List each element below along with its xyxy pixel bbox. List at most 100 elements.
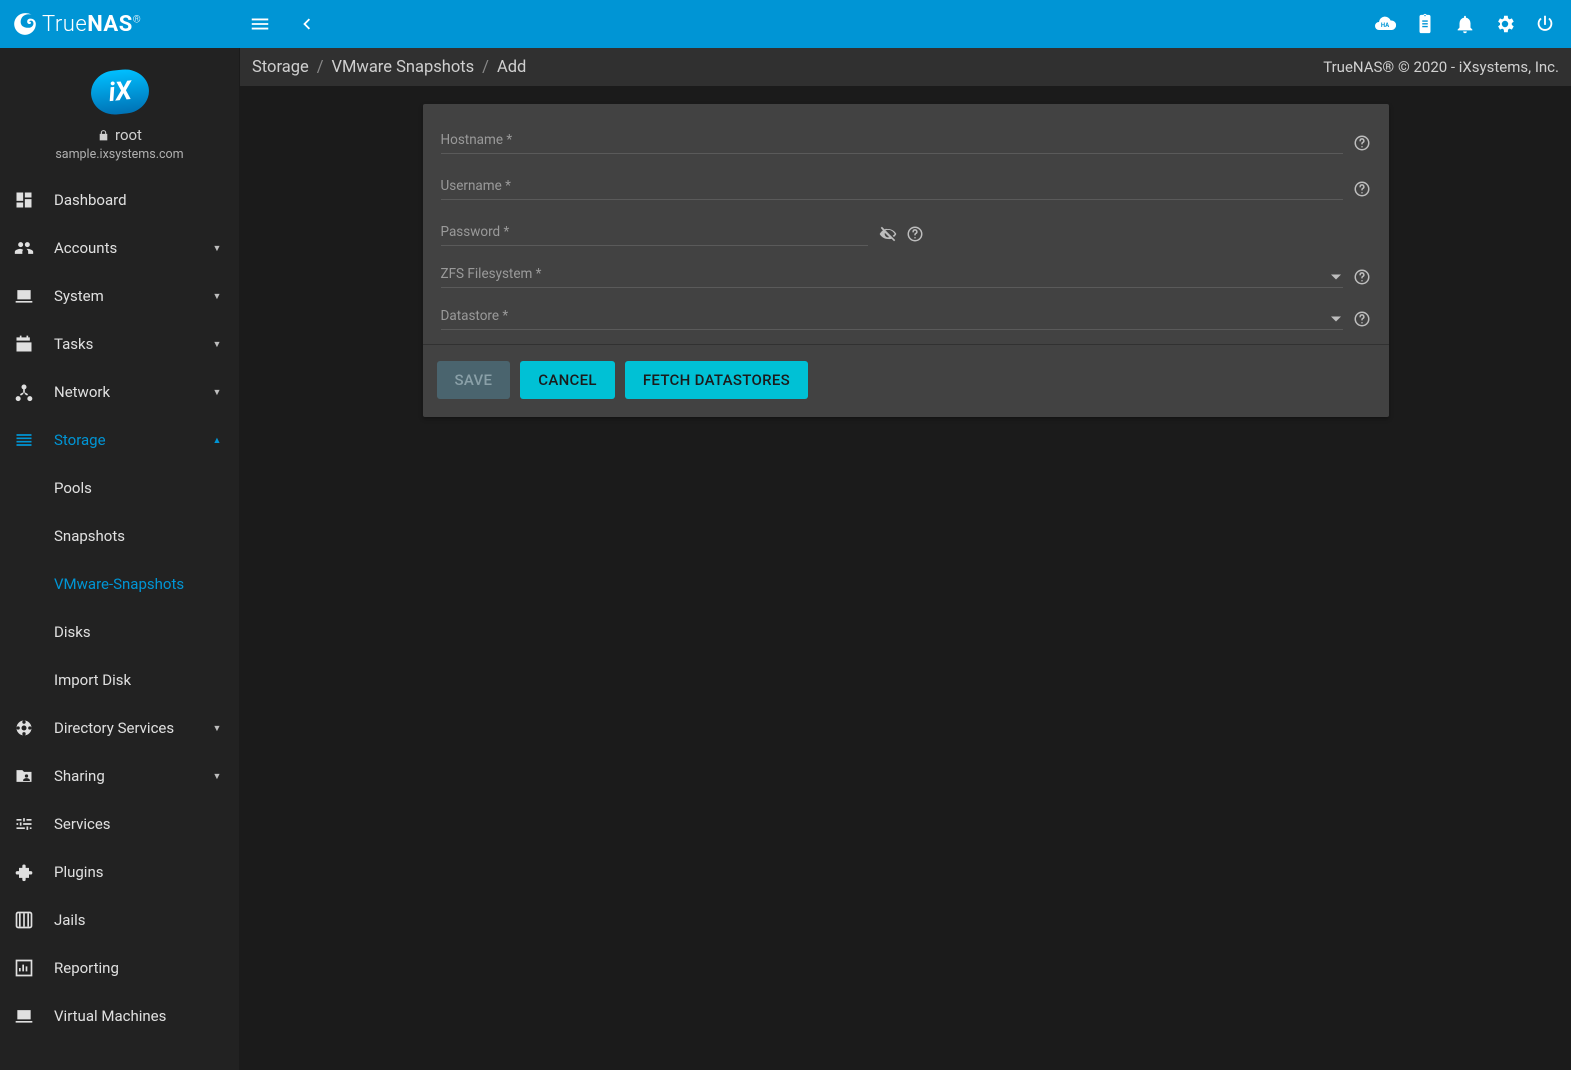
- password-row: Password *: [441, 218, 1371, 246]
- chevron-down-icon: ▼: [209, 291, 225, 302]
- breadcrumb: Storage / VMware Snapshots / Add TrueNAS…: [240, 48, 1571, 86]
- nav-label: Dashboard: [54, 191, 225, 209]
- nav-label: Sharing: [54, 767, 189, 785]
- laptop-icon: [14, 286, 34, 306]
- truenas-swirl-icon: [12, 11, 38, 37]
- nav-network[interactable]: Network ▼: [0, 368, 239, 416]
- help-icon[interactable]: [1353, 180, 1371, 198]
- nav-jails[interactable]: Jails: [0, 896, 239, 944]
- topbar-left-controls: [240, 4, 326, 44]
- settings-button[interactable]: [1485, 4, 1525, 44]
- password-input[interactable]: [441, 218, 869, 246]
- nav-storage-vmware-snapshots[interactable]: VMware-Snapshots: [0, 560, 239, 608]
- nav-label: Storage: [54, 431, 189, 449]
- ix-logo: iX: [88, 67, 150, 117]
- breadcrumb-item[interactable]: VMware Snapshots: [332, 58, 475, 77]
- breadcrumb-sep: /: [482, 58, 489, 77]
- ha-cloud-icon: HA: [1373, 12, 1397, 36]
- nav-label: Reporting: [54, 959, 225, 977]
- nav-plugins[interactable]: Plugins: [0, 848, 239, 896]
- product-name: TrueNAS®: [42, 12, 141, 37]
- nav-system[interactable]: System ▼: [0, 272, 239, 320]
- nav-label: Pools: [54, 479, 225, 497]
- nav-reporting[interactable]: Reporting: [0, 944, 239, 992]
- hostname-label: sample.ixsystems.com: [55, 147, 183, 162]
- page-body: Hostname * Username *: [240, 86, 1571, 1070]
- nav-storage-import-disk[interactable]: Import Disk: [0, 656, 239, 704]
- nav-storage-snapshots[interactable]: Snapshots: [0, 512, 239, 560]
- help-icon[interactable]: [1353, 268, 1371, 286]
- lock-icon: [97, 129, 110, 142]
- nav-label: Virtual Machines: [54, 1007, 225, 1025]
- gear-icon: [1494, 13, 1516, 35]
- nav-label: Tasks: [54, 335, 189, 353]
- username-input[interactable]: [441, 172, 1343, 200]
- hostname-field: Hostname *: [441, 126, 1343, 154]
- visibility-off-icon[interactable]: [878, 224, 898, 244]
- ha-status-button[interactable]: HA: [1365, 4, 1405, 44]
- brand-block: iX root sample.ixsystems.com: [0, 48, 239, 176]
- fetch-datastores-button[interactable]: FETCH DATASTORES: [625, 361, 808, 399]
- nav-label: VMware-Snapshots: [54, 575, 225, 593]
- breadcrumb-item: Add: [497, 58, 526, 77]
- password-field: Password *: [441, 218, 869, 246]
- nav-sharing[interactable]: Sharing ▼: [0, 752, 239, 800]
- menu-toggle-button[interactable]: [240, 4, 280, 44]
- sidebar: iX root sample.ixsystems.com Dashboard A…: [0, 48, 240, 1070]
- clipboard-icon: [1414, 13, 1436, 35]
- nav-services[interactable]: Services: [0, 800, 239, 848]
- save-button[interactable]: SAVE: [437, 361, 511, 399]
- help-icon[interactable]: [906, 225, 924, 243]
- bell-icon: [1454, 13, 1476, 35]
- accounts-icon: [14, 238, 34, 258]
- nav-virtual-machines[interactable]: Virtual Machines: [0, 992, 239, 1040]
- nav-label: Plugins: [54, 863, 225, 881]
- directory-icon: [14, 718, 34, 738]
- power-button[interactable]: [1525, 4, 1565, 44]
- nav-storage-disks[interactable]: Disks: [0, 608, 239, 656]
- breadcrumb-sep: /: [317, 58, 324, 77]
- help-icon[interactable]: [1353, 134, 1371, 152]
- cancel-button[interactable]: CANCEL: [520, 361, 615, 399]
- chevron-down-icon: ▼: [209, 771, 225, 782]
- hostname-input[interactable]: [441, 126, 1343, 154]
- nav-label: Network: [54, 383, 189, 401]
- datastore-select[interactable]: Datastore *: [441, 306, 1343, 330]
- nav-dashboard[interactable]: Dashboard: [0, 176, 239, 224]
- hamburger-icon: [249, 13, 271, 35]
- user-line: root: [97, 126, 142, 144]
- extension-icon: [14, 862, 34, 882]
- field-label: ZFS Filesystem *: [441, 266, 542, 282]
- chart-icon: [14, 958, 34, 978]
- breadcrumb-item[interactable]: Storage: [252, 58, 309, 77]
- nav-accounts[interactable]: Accounts ▼: [0, 224, 239, 272]
- content: Storage / VMware Snapshots / Add TrueNAS…: [240, 48, 1571, 1070]
- notifications-button[interactable]: [1445, 4, 1485, 44]
- help-icon[interactable]: [1353, 310, 1371, 328]
- nav-storage-pools[interactable]: Pools: [0, 464, 239, 512]
- chevron-up-icon: ▲: [209, 435, 225, 446]
- datastore-field: Datastore *: [441, 306, 1343, 330]
- zfs-field: ZFS Filesystem *: [441, 264, 1343, 288]
- power-icon: [1534, 13, 1556, 35]
- nav: Dashboard Accounts ▼ System ▼ Tasks ▼ Ne…: [0, 176, 239, 1060]
- nav-tasks[interactable]: Tasks ▼: [0, 320, 239, 368]
- zfs-select[interactable]: ZFS Filesystem *: [441, 264, 1343, 288]
- nav-storage[interactable]: Storage ▲: [0, 416, 239, 464]
- back-button[interactable]: [286, 4, 326, 44]
- username-field: Username *: [441, 172, 1343, 200]
- chevron-down-icon: ▼: [209, 339, 225, 350]
- field-label: Datastore *: [441, 308, 509, 324]
- username-row: Username *: [441, 172, 1371, 200]
- nav-label: Services: [54, 815, 225, 833]
- laptop-icon: [14, 1006, 34, 1026]
- network-icon: [14, 382, 34, 402]
- card-body: Hostname * Username *: [423, 104, 1389, 344]
- storage-icon: [14, 430, 34, 450]
- nav-directory-services[interactable]: Directory Services ▼: [0, 704, 239, 752]
- clipboard-button[interactable]: [1405, 4, 1445, 44]
- username-label: root: [115, 126, 142, 144]
- topbar: TrueNAS® HA: [0, 0, 1571, 48]
- dashboard-icon: [14, 190, 34, 210]
- nav-label: Jails: [54, 911, 225, 929]
